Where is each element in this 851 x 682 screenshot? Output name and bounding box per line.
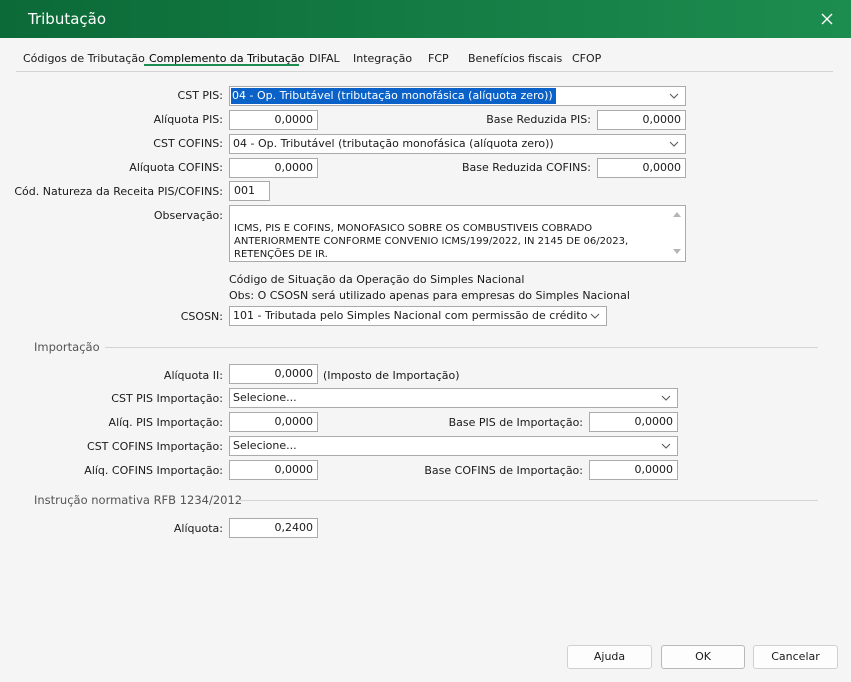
aliquota-pis-input[interactable]: 0,0000 (229, 110, 318, 130)
cst-cofins-importacao-value: Selecione... (233, 439, 297, 452)
csosn-label: CSOSN: (180, 310, 223, 323)
aliq-pis-importacao-input[interactable]: 0,0000 (229, 412, 318, 432)
chevron-down-icon (669, 141, 679, 147)
aliq-cofins-importacao-label: Alíq. COFINS Importação: (84, 464, 223, 477)
rfb-group-title: Instrução normativa RFB 1234/2012 (34, 493, 243, 507)
natureza-receita-label: Cód. Natureza da Receita PIS/COFINS: (14, 185, 223, 198)
tab-fcp[interactable]: FCP (428, 52, 449, 65)
aliquota-cofins-input[interactable]: 0,0000 (229, 158, 318, 178)
cst-cofins-select[interactable]: 04 - Op. Tributável (tributação monofási… (229, 134, 686, 154)
aliquota-ii-input[interactable]: 0,0000 (229, 364, 318, 384)
cst-pis-select[interactable]: 04 - Op. Tributável (tributação monofási… (229, 86, 686, 106)
natureza-receita-input[interactable]: 001 (229, 181, 270, 201)
aliq-pis-importacao-label: Alíq. PIS Importação: (108, 416, 223, 429)
base-reduzida-pis-label: Base Reduzida PIS: (486, 113, 591, 126)
aliquota-pis-label: Alíquota PIS: (153, 113, 223, 126)
cst-pis-importacao-label: CST PIS Importação: (111, 392, 223, 405)
active-tab-indicator (144, 64, 299, 66)
base-cofins-importacao-input[interactable]: 0,0000 (589, 460, 678, 480)
csosn-select[interactable]: 101 - Tributada pelo Simples Nacional co… (229, 306, 607, 326)
base-cofins-importacao-label: Base COFINS de Importação: (424, 464, 583, 477)
aliquota-ii-hint: (Imposto de Importação) (323, 369, 460, 382)
window-title: Tributação (28, 10, 107, 28)
simples-heading: Código de Situação da Operação do Simple… (229, 273, 525, 286)
title-bar: Tributação (0, 0, 851, 38)
tab-integracao[interactable]: Integração (353, 52, 412, 65)
ok-button[interactable]: OK (661, 645, 745, 669)
chevron-down-icon (661, 443, 671, 449)
chevron-down-icon (661, 395, 671, 401)
close-icon (821, 13, 833, 25)
aliquota-cofins-label: Alíquota COFINS: (129, 161, 223, 174)
scroll-down-icon[interactable] (673, 249, 681, 255)
observacao-label: Observação: (153, 209, 223, 222)
cst-cofins-label: CST COFINS: (153, 137, 223, 150)
cst-cofins-importacao-label: CST COFINS Importação: (87, 440, 223, 453)
rfb-aliquota-input[interactable]: 0,2400 (229, 518, 318, 538)
tab-difal[interactable]: DIFAL (309, 52, 340, 65)
chevron-down-icon (669, 93, 679, 99)
rfb-aliquota-label: Alíquota: (173, 522, 223, 535)
chevron-down-icon (590, 313, 600, 319)
base-reduzida-cofins-label: Base Reduzida COFINS: (461, 161, 591, 174)
tabs-divider (16, 71, 833, 72)
close-button[interactable] (812, 4, 842, 34)
help-button[interactable]: Ajuda (567, 645, 652, 669)
aliquota-ii-label: Alíquota II: (163, 369, 223, 382)
scroll-up-icon[interactable] (673, 211, 681, 217)
cst-cofins-value: 04 - Op. Tributável (tributação monofási… (233, 137, 554, 150)
cst-pis-importacao-select[interactable]: Selecione... (229, 388, 678, 408)
csosn-value: 101 - Tributada pelo Simples Nacional co… (233, 309, 588, 322)
simples-note: Obs: O CSOSN será utilizado apenas para … (229, 289, 630, 302)
tab-beneficios-fiscais[interactable]: Benefícios fiscais (468, 52, 562, 65)
importacao-group-divider (105, 347, 818, 348)
observacao-textarea[interactable]: ICMS, PIS E COFINS, MONOFASICO SOBRE OS … (229, 205, 686, 262)
cst-pis-label: CST PIS: (177, 89, 223, 102)
tab-codigos-tributacao[interactable]: Códigos de Tributação (23, 52, 145, 65)
cancel-button[interactable]: Cancelar (753, 645, 838, 669)
cst-pis-importacao-value: Selecione... (233, 391, 297, 404)
tab-cfop[interactable]: CFOP (572, 52, 601, 65)
base-pis-importacao-label: Base PIS de Importação: (448, 416, 583, 429)
importacao-group-title: Importação (34, 340, 100, 354)
aliq-cofins-importacao-input[interactable]: 0,0000 (229, 460, 318, 480)
base-pis-importacao-input[interactable]: 0,0000 (589, 412, 678, 432)
base-reduzida-cofins-input[interactable]: 0,0000 (597, 158, 686, 178)
rfb-group-divider (236, 500, 818, 501)
cst-cofins-importacao-select[interactable]: Selecione... (229, 436, 678, 456)
observacao-text: ICMS, PIS E COFINS, MONOFASICO SOBRE OS … (234, 223, 629, 260)
cst-pis-value: 04 - Op. Tributável (tributação monofási… (231, 88, 556, 104)
base-reduzida-pis-input[interactable]: 0,0000 (597, 110, 686, 130)
